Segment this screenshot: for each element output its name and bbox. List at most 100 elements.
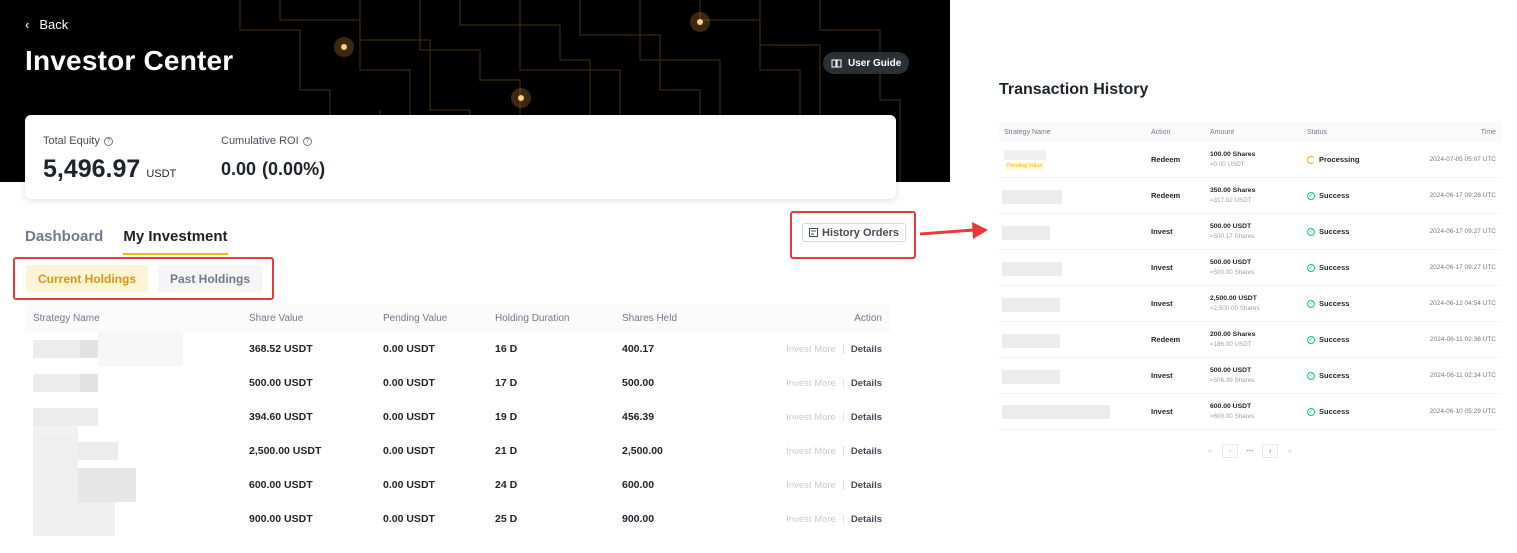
- row-actions: Invest More Details: [772, 445, 890, 457]
- more-pages-ellipsis[interactable]: •••: [1242, 444, 1258, 458]
- invest-more-button[interactable]: Invest More: [786, 514, 836, 525]
- col-holding-duration: Holding Duration: [495, 313, 570, 324]
- transaction-history-title: Transaction History: [999, 81, 1149, 98]
- tx-amount-main: 200.00 Shares: [1210, 331, 1256, 338]
- chevron-left-icon: ‹: [25, 17, 30, 32]
- tx-status-label: Success: [1319, 335, 1350, 344]
- prev-page-button[interactable]: ‹: [1222, 444, 1238, 458]
- col-status: Status: [1307, 128, 1327, 136]
- col-share-value: Share Value: [249, 313, 304, 324]
- tx-action: Invest: [1151, 299, 1173, 308]
- invest-more-button[interactable]: Invest More: [786, 446, 836, 457]
- pending-value: 0.00 USDT: [383, 513, 435, 525]
- table-row: Invest 500.00 USDT ≈500.17 Shares ✓ Succes…: [999, 214, 1502, 250]
- details-button[interactable]: Details: [851, 378, 882, 389]
- tx-amount-main: 500.00 USDT: [1210, 259, 1252, 266]
- tx-amount-sub: ≈500.00 Shares: [1210, 269, 1255, 276]
- details-button[interactable]: Details: [851, 344, 882, 355]
- tx-time: 2024-07-05 05:07 UTC: [1429, 156, 1497, 163]
- highlight-box: [13, 257, 274, 300]
- first-page-button[interactable]: «: [1202, 444, 1218, 458]
- invest-more-button[interactable]: Invest More: [786, 378, 836, 389]
- details-button[interactable]: Details: [851, 446, 882, 457]
- row-actions: Invest More Details: [772, 513, 890, 525]
- tx-amount: 600.00 USDT ≈600.00 Shares: [1210, 403, 1301, 420]
- check-circle-icon: ✓: [1307, 191, 1315, 200]
- equity-summary-card: Total Equity? 5,496.97 USDT Cumulative R…: [25, 115, 896, 199]
- pending-value: 0.00 USDT: [383, 343, 435, 355]
- table-row: Redeem 350.00 Shares ≈317.02 USDT ✓ Succes…: [999, 178, 1502, 214]
- tx-amount-sub: ≈500.17 Shares: [1210, 233, 1255, 240]
- investor-center-panel: ‹ Back Investor Center User Guide Total …: [0, 0, 950, 553]
- tx-status-label: Success: [1319, 371, 1350, 380]
- holding-duration: 19 D: [495, 411, 518, 423]
- check-circle-icon: ✓: [1307, 227, 1315, 236]
- table-header: Strategy Name Action Amount Status Time: [999, 122, 1502, 142]
- strategy-name-redacted: [25, 400, 249, 434]
- tx-time: 2024-06-11 02:36 UTC: [1429, 336, 1496, 343]
- strategy-name-redacted: [999, 322, 1151, 357]
- tx-amount: 200.00 Shares ≈186.00 USDT: [1210, 331, 1301, 348]
- share-value: 500.00 USDT: [249, 377, 313, 389]
- tx-amount-sub: ≈0.00 USDT: [1210, 161, 1245, 168]
- tx-status-label: Processing: [1319, 155, 1360, 164]
- col-pending-value: Pending Value: [383, 313, 448, 324]
- tx-status-label: Success: [1319, 263, 1350, 272]
- cumulative-roi-metric: Cumulative ROI? 0.00 (0.00%): [221, 135, 325, 180]
- check-circle-icon: ✓: [1307, 263, 1315, 272]
- tx-action: Invest: [1151, 407, 1173, 416]
- help-icon[interactable]: ?: [103, 136, 113, 146]
- tx-status: ✓ Success: [1301, 227, 1401, 236]
- pending-value-tag: Pending Value: [1005, 162, 1045, 170]
- table-row: 900.00 USDT 0.00 USDT 25 D 900.00 Invest…: [25, 502, 890, 536]
- col-action: Action: [1151, 128, 1171, 136]
- total-equity-unit: USDT: [146, 168, 177, 180]
- tx-amount-sub: ≈506.39 Shares: [1210, 377, 1255, 384]
- help-icon[interactable]: ?: [302, 136, 312, 146]
- total-equity-metric: Total Equity? 5,496.97 USDT: [43, 135, 176, 184]
- holding-duration: 24 D: [495, 479, 518, 491]
- tx-amount: 500.00 USDT ≈500.00 Shares: [1210, 259, 1301, 276]
- total-equity-value: 5,496.97: [43, 155, 141, 183]
- share-value: 368.52 USDT: [249, 343, 313, 355]
- last-page-button[interactable]: »: [1282, 444, 1298, 458]
- share-value: 900.00 USDT: [249, 513, 313, 525]
- invest-more-button[interactable]: Invest More: [786, 344, 836, 355]
- strategy-name-redacted: [25, 366, 249, 400]
- tx-amount: 500.00 USDT ≈506.39 Shares: [1210, 367, 1301, 384]
- table-row: Invest 600.00 USDT ≈600.00 Shares ✓ Succes…: [999, 394, 1502, 430]
- table-row: 600.00 USDT 0.00 USDT 24 D 600.00 Invest…: [25, 468, 890, 502]
- shares-held: 900.00: [622, 513, 655, 525]
- details-button[interactable]: Details: [851, 480, 882, 491]
- tx-amount-main: 500.00 USDT: [1210, 223, 1252, 230]
- tx-action: Invest: [1151, 227, 1173, 236]
- tx-amount-main: 500.00 USDT: [1210, 367, 1252, 374]
- tx-status-label: Success: [1319, 227, 1350, 236]
- next-page-button[interactable]: ›: [1262, 444, 1278, 458]
- check-circle-icon: ✓: [1307, 371, 1315, 380]
- pagination: « ‹ ••• › »: [1202, 444, 1298, 458]
- details-button[interactable]: Details: [851, 514, 882, 525]
- invest-more-button[interactable]: Invest More: [786, 480, 836, 491]
- tx-status: ✓ Success: [1301, 407, 1401, 416]
- strategy-name-redacted: [25, 332, 249, 366]
- invest-more-button[interactable]: Invest More: [786, 412, 836, 423]
- table-row: 368.52 USDT 0.00 USDT 16 D 400.17 Invest…: [25, 332, 890, 366]
- col-action: Action: [854, 313, 882, 324]
- col-strategy-name: Strategy Name: [1004, 128, 1051, 136]
- holding-duration: 17 D: [495, 377, 518, 389]
- tx-amount-main: 100.00 Shares: [1210, 151, 1256, 158]
- shares-held: 500.00: [622, 377, 655, 389]
- row-actions: Invest More Details: [772, 411, 890, 423]
- pending-value: 0.00 USDT: [383, 479, 435, 491]
- user-guide-button[interactable]: User Guide: [823, 52, 910, 74]
- back-button[interactable]: ‹ Back: [25, 17, 68, 32]
- share-value: 394.60 USDT: [249, 411, 313, 423]
- shares-held: 400.17: [622, 343, 655, 355]
- tx-amount: 100.00 Shares ≈0.00 USDT: [1210, 151, 1301, 168]
- details-button[interactable]: Details: [851, 412, 882, 423]
- check-circle-icon: ✓: [1307, 407, 1315, 416]
- tab-my-investment[interactable]: My Investment: [123, 228, 228, 255]
- tx-time: 2024-06-10 05:29 UTC: [1429, 408, 1497, 415]
- tab-dashboard[interactable]: Dashboard: [25, 228, 103, 255]
